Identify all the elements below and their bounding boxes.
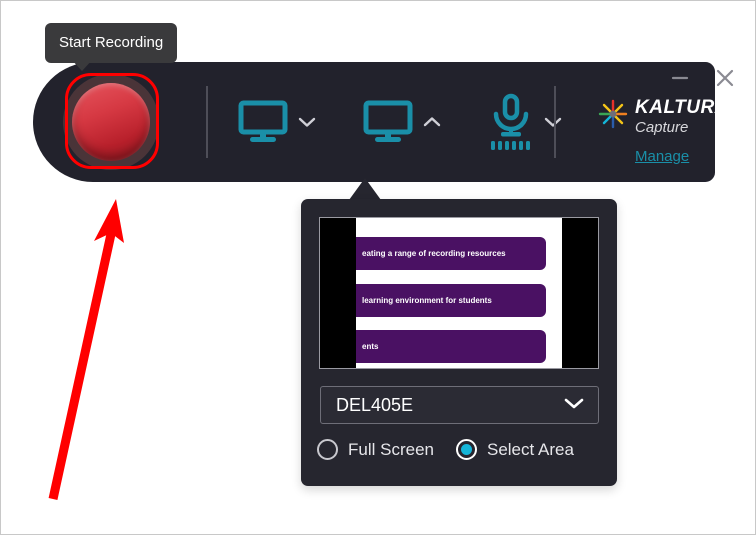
close-icon[interactable] (713, 66, 737, 95)
tooltip-tail (71, 59, 93, 71)
tooltip-text: Start Recording (59, 34, 164, 51)
letterbox-right (562, 218, 598, 368)
radio-mark-selected (455, 439, 477, 460)
screen-preview-thumbnail[interactable]: eating a range of recording resources le… (319, 217, 599, 369)
chevron-down-icon[interactable] (563, 396, 585, 415)
arrow-annotation (48, 199, 124, 500)
monitor-icon (363, 100, 413, 144)
preview-slide: eating a range of recording resources le… (356, 218, 562, 368)
audio-source-control[interactable] (488, 62, 562, 182)
kaltura-starburst-icon (598, 99, 628, 134)
microphone-icon (488, 93, 534, 151)
record-button-inner (72, 83, 150, 161)
kaltura-wordmark: KALTURA Capture (635, 98, 729, 135)
slide-bar: ents (356, 330, 546, 363)
panel-pointer (349, 178, 381, 200)
screen-source-control[interactable] (238, 62, 316, 182)
chevron-down-icon[interactable] (298, 116, 316, 128)
start-recording-tooltip: Start Recording (45, 23, 178, 63)
screen-source-select[interactable]: DEL405E (320, 386, 599, 424)
radio-label-select-area: Select Area (486, 439, 574, 459)
slide-bar: eating a range of recording resources (356, 237, 546, 270)
monitor-icon (238, 100, 288, 144)
screenshot-page: Start Recording KALTURA Capture Manage e… (0, 0, 756, 535)
radio-label-full-screen: Full Screen (348, 439, 434, 459)
window-controls (627, 66, 737, 95)
secondary-screen-source-control[interactable] (363, 62, 441, 182)
screen-source-panel: eating a range of recording resources le… (301, 199, 617, 486)
slide-bar: learning environment for students (356, 284, 546, 317)
capture-mode-radio-group: Full Screen Select Area (317, 439, 601, 460)
minimize-icon[interactable] (669, 67, 691, 94)
chevron-down-icon[interactable] (544, 116, 562, 128)
toolbar-separator-2 (554, 86, 556, 158)
start-recording-button[interactable] (63, 74, 159, 170)
radio-select-area[interactable]: Select Area (455, 439, 574, 460)
kaltura-capture-toolbar: KALTURA Capture Manage (33, 62, 734, 182)
screen-source-value: DEL405E (336, 394, 414, 415)
brand-name: KALTURA (635, 97, 729, 118)
brand-subtitle: Capture (635, 119, 689, 136)
manage-link[interactable]: Manage (635, 148, 689, 165)
radio-mark-unselected (317, 439, 338, 460)
kaltura-logo: KALTURA Capture (598, 98, 734, 135)
radio-dot (460, 444, 472, 455)
radio-full-screen[interactable]: Full Screen (317, 439, 434, 460)
chevron-up-icon[interactable] (423, 116, 441, 128)
toolbar-separator-1 (206, 86, 208, 158)
letterbox-left (320, 218, 356, 368)
